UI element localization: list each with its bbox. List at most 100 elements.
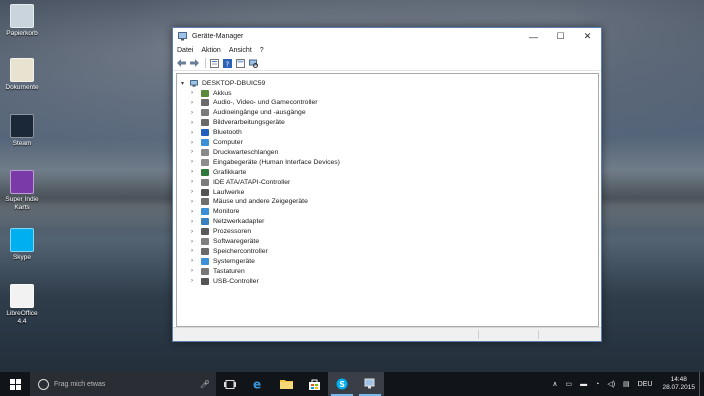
chevron-right-icon[interactable]: › bbox=[191, 130, 198, 136]
language-indicator[interactable]: DEU bbox=[638, 381, 653, 388]
ide-icon bbox=[201, 178, 209, 186]
device-manager-taskbar-icon[interactable] bbox=[356, 372, 384, 396]
tree-item[interactable]: › Eingabegeräte (Human Interface Devices) bbox=[191, 157, 340, 167]
tree-item-label: Prozessoren bbox=[213, 228, 252, 236]
camera-icon bbox=[201, 119, 209, 127]
file-explorer-icon[interactable] bbox=[272, 372, 300, 396]
desktop-icon[interactable]: Dokumente bbox=[2, 58, 42, 92]
start-button[interactable] bbox=[0, 372, 30, 396]
tree-item[interactable]: › Bildverarbeitungsgeräte bbox=[191, 118, 285, 128]
volume-icon[interactable]: ◁) bbox=[607, 380, 615, 388]
desktop-icon-label: Skype bbox=[12, 254, 32, 261]
tree-item-label: USB-Controller bbox=[213, 277, 259, 285]
chevron-right-icon[interactable]: › bbox=[191, 90, 198, 96]
tree-item[interactable]: › Grafikkarte bbox=[191, 167, 246, 177]
tree-item[interactable]: › Mäuse und andere Zeigegeräte bbox=[191, 197, 308, 207]
tree-item-label: Systemgeräte bbox=[213, 257, 255, 265]
desktop-icon[interactable]: LibreOffice 4.4 bbox=[2, 284, 42, 326]
tree-item[interactable]: › Systemgeräte bbox=[191, 256, 255, 266]
chevron-right-icon[interactable]: › bbox=[191, 120, 198, 126]
tree-item[interactable]: › Akkus bbox=[191, 88, 232, 98]
tree-item[interactable]: › IDE ATA/ATAPI-Controller bbox=[191, 177, 290, 187]
desktop-icon[interactable]: Steam bbox=[2, 114, 42, 148]
chevron-right-icon[interactable]: › bbox=[191, 229, 198, 235]
chevron-right-icon[interactable]: › bbox=[191, 110, 198, 116]
tree-item[interactable]: › Monitore bbox=[191, 207, 239, 217]
chevron-right-icon[interactable]: › bbox=[191, 149, 198, 155]
store-icon[interactable] bbox=[300, 372, 328, 396]
chevron-right-icon[interactable]: › bbox=[191, 169, 198, 175]
tree-item[interactable]: › USB-Controller bbox=[191, 276, 259, 286]
properties-icon[interactable] bbox=[209, 58, 219, 68]
chevron-right-icon[interactable]: › bbox=[191, 140, 198, 146]
help-icon[interactable]: ? bbox=[222, 58, 232, 68]
status-cell bbox=[478, 330, 479, 339]
edge-icon[interactable]: e bbox=[244, 372, 272, 396]
notification-icon[interactable]: ▭ bbox=[565, 380, 572, 388]
title-bar[interactable]: Geräte-Manager — ☐ ✕ bbox=[173, 28, 601, 45]
menu-help[interactable]: ? bbox=[260, 47, 264, 54]
chevron-right-icon[interactable]: › bbox=[191, 159, 198, 165]
chevron-down-icon[interactable]: ▾ bbox=[181, 80, 188, 87]
tree-item[interactable]: › Laufwerke bbox=[191, 187, 244, 197]
menu-ansicht[interactable]: Ansicht bbox=[229, 47, 252, 54]
tree-root[interactable]: ▾ DESKTOP-DBUIC59 bbox=[181, 78, 265, 88]
menu-datei[interactable]: Datei bbox=[177, 47, 193, 54]
chevron-right-icon[interactable]: › bbox=[191, 189, 198, 195]
cortana-search[interactable]: Frag mich etwas 🎤︎ bbox=[30, 372, 216, 396]
tree-root-label: DESKTOP-DBUIC59 bbox=[202, 79, 266, 87]
clock[interactable]: 14:48 28.07.2015 bbox=[662, 376, 695, 392]
scan-hardware-icon[interactable] bbox=[248, 58, 258, 68]
tree-item-label: Druckwarteschlangen bbox=[213, 148, 279, 156]
keyboard-icon bbox=[201, 267, 209, 275]
computer-icon bbox=[201, 139, 209, 146]
close-button[interactable]: ✕ bbox=[574, 28, 601, 45]
desktop-icon-label: Papierkorb bbox=[6, 30, 38, 37]
desktop-icon[interactable]: Super Indie Karts bbox=[2, 170, 42, 212]
forward-arrow-icon[interactable] bbox=[189, 58, 199, 68]
chevron-right-icon[interactable]: › bbox=[191, 278, 198, 284]
chevron-right-icon[interactable]: › bbox=[191, 100, 198, 106]
chevron-up-icon[interactable]: ∧ bbox=[552, 380, 557, 388]
chevron-right-icon[interactable]: › bbox=[191, 199, 198, 205]
chevron-right-icon[interactable]: › bbox=[191, 179, 198, 185]
show-desktop-button[interactable] bbox=[699, 372, 704, 396]
desktop-icon[interactable]: Papierkorb bbox=[2, 4, 42, 38]
tree-item-label: Mäuse und andere Zeigegeräte bbox=[213, 198, 308, 206]
wifi-icon[interactable]: ◔ bbox=[595, 381, 599, 388]
chevron-right-icon[interactable]: › bbox=[191, 258, 198, 264]
menu-aktion[interactable]: Aktion bbox=[201, 47, 220, 54]
tree-item[interactable]: › Computer bbox=[191, 138, 243, 148]
desktop-icon-label: Dokumente bbox=[5, 84, 39, 91]
maximize-button[interactable]: ☐ bbox=[547, 28, 574, 45]
tree-item-label: Akkus bbox=[213, 89, 232, 97]
recycle-bin-icon bbox=[10, 4, 34, 28]
desktop-icon[interactable]: Skype bbox=[2, 228, 42, 262]
chevron-right-icon[interactable]: › bbox=[191, 268, 198, 274]
tree-item[interactable]: › Speichercontroller bbox=[191, 246, 268, 256]
search-placeholder: Frag mich etwas bbox=[54, 380, 106, 388]
chevron-right-icon[interactable]: › bbox=[191, 219, 198, 225]
battery-icon[interactable]: ▬ bbox=[580, 381, 587, 388]
tree-item[interactable]: › Netzwerkadapter bbox=[191, 217, 264, 227]
chevron-right-icon[interactable]: › bbox=[191, 209, 198, 215]
minimize-button[interactable]: — bbox=[520, 28, 547, 45]
mouse-icon bbox=[201, 198, 209, 206]
tree-item[interactable]: › Audioeingänge und -ausgänge bbox=[191, 108, 306, 118]
tree-item[interactable]: › Prozessoren bbox=[191, 227, 251, 237]
task-view-icon[interactable] bbox=[216, 372, 244, 396]
microphone-icon[interactable]: 🎤︎ bbox=[200, 380, 210, 389]
chevron-right-icon[interactable]: › bbox=[191, 248, 198, 254]
game-icon bbox=[10, 170, 34, 194]
tree-item[interactable]: › Softwaregeräte bbox=[191, 237, 259, 247]
skype-taskbar-icon[interactable]: S bbox=[328, 372, 356, 396]
tree-item[interactable]: › Audio-, Video- und Gamecontroller bbox=[191, 98, 318, 108]
tree-item-label: Grafikkarte bbox=[213, 168, 247, 176]
tree-item[interactable]: › Bluetooth bbox=[191, 128, 242, 138]
view-icon[interactable] bbox=[235, 58, 245, 68]
chevron-right-icon[interactable]: › bbox=[191, 239, 198, 245]
action-center-icon[interactable]: ▤ bbox=[623, 380, 630, 388]
back-arrow-icon[interactable] bbox=[176, 58, 186, 68]
tree-item[interactable]: › Druckwarteschlangen bbox=[191, 147, 278, 157]
tree-item[interactable]: › Tastaturen bbox=[191, 266, 245, 276]
